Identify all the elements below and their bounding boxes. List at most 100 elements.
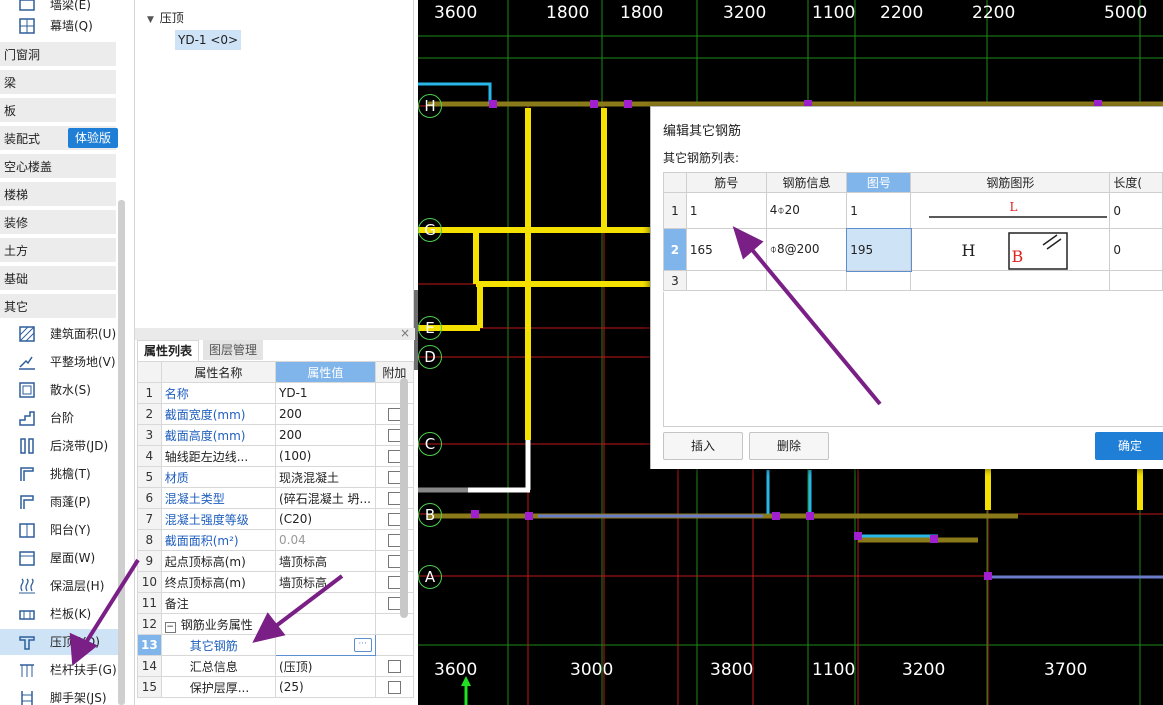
nav-item-site-leveling[interactable]: 平整场地(V)	[0, 349, 118, 375]
bar-no-cell[interactable]: 165	[685, 228, 767, 271]
attach-cell[interactable]	[374, 655, 415, 677]
tab-layer-management[interactable]: 图层管理	[203, 340, 264, 360]
attach-checkbox[interactable]	[387, 471, 401, 484]
attach-checkbox[interactable]	[387, 555, 401, 568]
tree-node-yd-1[interactable]: YD-1 <0>	[175, 30, 242, 50]
table-row[interactable]: 2 截面宽度(mm) 200	[137, 403, 415, 425]
attach-checkbox[interactable]	[387, 681, 401, 694]
table-row[interactable]: 10 终点顶标高(m) 墙顶标高	[137, 571, 415, 593]
attach-checkbox[interactable]	[387, 408, 401, 421]
nav-category-slab[interactable]: 板	[0, 98, 116, 124]
length-cell[interactable]: 0	[1109, 228, 1163, 271]
nav-item-parapet-board[interactable]: 栏板(K)	[0, 601, 118, 627]
nav-item-scaffold[interactable]: 脚手架(JS)	[0, 685, 118, 705]
tree-collapse-icon[interactable]: ▼	[147, 15, 154, 25]
close-icon[interactable]: ×	[400, 326, 410, 340]
property-value-cell[interactable]: 墙顶标高	[275, 571, 376, 593]
properties-scrollbar[interactable]	[400, 378, 408, 618]
nav-category-door-window-opening[interactable]: 门窗洞	[0, 42, 116, 68]
attach-cell[interactable]	[374, 676, 415, 698]
bar-info-cell[interactable]: ⌽8@200	[765, 228, 848, 271]
table-row[interactable]: 1 1 4⌽20 1 L 0	[663, 192, 1163, 229]
tab-property-list[interactable]: 属性列表	[137, 340, 200, 361]
table-row[interactable]: 4 轴线距左边线... (100)	[137, 445, 415, 467]
nav-item-insulation[interactable]: 保温层(H)	[0, 573, 118, 599]
table-row[interactable]: 6 混凝土类型 (碎石混凝土 坍...	[137, 487, 415, 509]
nav-item-cornice[interactable]: 挑檐(T)	[0, 461, 118, 487]
nav-item-post-cast-strip[interactable]: 后浇带(JD)	[0, 433, 118, 459]
figure-no-cell[interactable]: 195	[845, 227, 912, 272]
ok-button[interactable]: 确定	[1095, 432, 1163, 460]
nav-category-beam[interactable]: 梁	[0, 70, 116, 96]
nav-category-earthwork[interactable]: 土方	[0, 238, 116, 264]
nav-item-curtain-wall[interactable]: 幕墙(Q)	[0, 13, 118, 39]
property-value-cell[interactable]: 0.04	[275, 529, 376, 551]
property-value-cell[interactable]: (100)	[275, 445, 376, 467]
table-row[interactable]: 11 备注	[137, 592, 415, 614]
property-value-cell[interactable]: ···	[275, 634, 376, 656]
property-value-cell[interactable]: (C20)	[275, 508, 376, 530]
property-value-cell[interactable]	[275, 613, 376, 635]
tree-node-coping[interactable]: ▼ 压顶	[147, 9, 184, 26]
attach-checkbox[interactable]	[387, 597, 401, 610]
nav-category-hollow-floor[interactable]: 空心楼盖	[0, 154, 116, 180]
ellipsis-button[interactable]: ···	[353, 638, 372, 652]
delete-button[interactable]: 删除	[749, 432, 829, 460]
bar-shape-cell[interactable]: H B	[910, 228, 1111, 271]
attach-checkbox[interactable]	[387, 429, 401, 442]
parapet-board-icon	[19, 610, 35, 620]
figure-no-cell[interactable]: 1	[846, 192, 912, 229]
property-value-cell[interactable]	[275, 592, 376, 614]
nav-item-canopy[interactable]: 雨蓬(P)	[0, 489, 118, 515]
property-value-cell[interactable]: 现浇混凝土	[275, 466, 376, 488]
nav-category-stairs[interactable]: 楼梯	[0, 182, 116, 208]
table-row[interactable]: 14 汇总信息 (压顶)	[137, 655, 415, 677]
property-value-cell[interactable]: (压顶)	[275, 655, 376, 677]
bar-info-cell[interactable]	[765, 270, 848, 291]
length-cell[interactable]	[1109, 270, 1163, 291]
nav-category-foundation[interactable]: 基础	[0, 266, 116, 292]
bar-shape-cell[interactable]	[910, 270, 1111, 291]
nav-item-apron[interactable]: 散水(S)	[0, 377, 118, 403]
attach-checkbox[interactable]	[387, 576, 401, 589]
table-row[interactable]: 7 混凝土强度等级 (C20)	[137, 508, 415, 530]
table-row[interactable]: 15 保护层厚... (25)	[137, 676, 415, 698]
property-value-cell[interactable]: (碎石混凝土 坍...	[275, 487, 376, 509]
length-cell[interactable]: 0	[1109, 192, 1163, 229]
figure-no-cell[interactable]	[846, 270, 912, 291]
bar-shape-cell[interactable]: L	[910, 192, 1111, 229]
table-row[interactable]: 1 名称 YD-1	[137, 382, 415, 404]
nav-category-other[interactable]: 其它	[0, 294, 116, 320]
nav-item-balcony[interactable]: 阳台(Y)	[0, 517, 118, 543]
table-row[interactable]: 12− 钢筋业务属性	[137, 613, 415, 635]
insert-button[interactable]: 插入	[663, 432, 743, 460]
nav-item-railing[interactable]: 栏杆扶手(G)	[0, 657, 118, 683]
attach-checkbox[interactable]	[387, 450, 401, 463]
property-value-cell[interactable]: 200	[275, 424, 376, 446]
attach-checkbox[interactable]	[387, 513, 401, 526]
nav-item-roof[interactable]: 屋面(W)	[0, 545, 118, 571]
property-value-cell[interactable]: (25)	[275, 676, 376, 698]
table-row[interactable]: 9 起点顶标高(m) 墙顶标高	[137, 550, 415, 572]
table-row[interactable]: 8 截面面积(m²) 0.04	[137, 529, 415, 551]
table-row[interactable]: 13 其它钢筋 ···	[137, 634, 415, 656]
attach-checkbox[interactable]	[387, 660, 401, 673]
bar-info-cell[interactable]: 4⌽20	[765, 192, 848, 229]
nav-scrollbar[interactable]	[118, 200, 125, 705]
attach-checkbox[interactable]	[387, 534, 401, 547]
collapse-icon[interactable]: −	[164, 621, 176, 633]
table-row[interactable]: 2 165 ⌽8@200 195 H B 0	[663, 227, 1163, 272]
nav-item-steps[interactable]: 台阶	[0, 405, 118, 431]
property-value-cell[interactable]: 200	[275, 403, 376, 425]
table-row[interactable]: 5 材质 现浇混凝土	[137, 466, 415, 488]
property-value-cell[interactable]: 墙顶标高	[275, 550, 376, 572]
bar-no-cell[interactable]	[685, 270, 767, 291]
bar-no-cell[interactable]: 1	[685, 192, 767, 229]
table-row[interactable]: 3 截面高度(mm) 200	[137, 424, 415, 446]
nav-item-coping[interactable]: 压顶(YD)	[0, 629, 118, 655]
property-value-cell[interactable]: YD-1	[275, 382, 376, 404]
table-row[interactable]: 3	[663, 270, 1163, 291]
nav-category-decoration[interactable]: 装修	[0, 210, 116, 236]
nav-item-building-area[interactable]: 建筑面积(U)	[0, 321, 118, 347]
attach-checkbox[interactable]	[387, 492, 401, 505]
